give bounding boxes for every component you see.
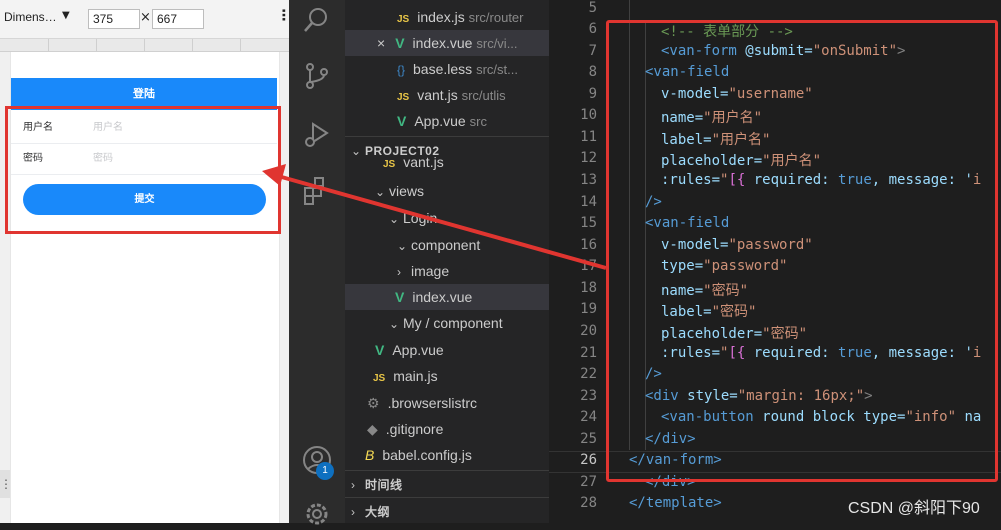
browser-preview: Dimens… ▼ 375 × 667 ··· ⋮ 登陆 用户名 用户名 密码 …: [0, 0, 291, 523]
file-name: babel.config.js: [382, 447, 472, 463]
js-file-icon: JS: [373, 373, 386, 384]
file-name: vant.js: [417, 87, 458, 103]
line-number: 15: [580, 215, 597, 231]
timeline-title: 时间线: [365, 478, 403, 492]
line-number: 25: [580, 431, 597, 447]
timeline-section-header[interactable]: › 时间线: [345, 470, 555, 497]
line-number: 13: [580, 172, 597, 188]
devtools-toolbar: Dimens… ▼ 375 × 667 ···: [0, 0, 291, 39]
file-name: index.vue: [412, 289, 473, 305]
device-select[interactable]: Dimens…: [4, 10, 57, 24]
line-number: 9: [588, 86, 597, 102]
line-number: 10: [580, 107, 597, 123]
tree-item[interactable]: ◆ .gitignore: [345, 416, 571, 442]
close-icon[interactable]: ×: [377, 35, 385, 51]
resize-handle-icon[interactable]: ⋮: [0, 470, 12, 498]
media-query-ruler: [0, 39, 289, 52]
chevron-right-icon: ›: [351, 478, 355, 492]
file-name: .gitignore: [385, 421, 444, 437]
extensions-icon[interactable]: [301, 174, 333, 206]
line-number: 21: [580, 345, 597, 361]
line-number: 6: [588, 21, 597, 37]
js-file-icon: JS: [397, 14, 410, 25]
file-name: index.vue: [412, 35, 473, 51]
source-control-icon[interactable]: [301, 60, 333, 92]
open-editor-item-active[interactable]: × Vindex.vue src/vi...: [345, 30, 581, 56]
folder-name: image: [411, 263, 450, 279]
line-number: 22: [580, 366, 597, 382]
chevron-down-icon: ⌄: [389, 212, 400, 226]
file-name: index.js: [417, 9, 465, 25]
js-file-icon: JS: [397, 92, 410, 103]
chevron-right-icon: ›: [397, 265, 401, 279]
dropdown-arrow-icon[interactable]: ▼: [62, 10, 70, 21]
folder-name: My / component: [403, 315, 503, 331]
line-number: 18: [580, 280, 597, 296]
line-number: 16: [580, 237, 597, 253]
file-name: main.js: [393, 368, 438, 384]
account-badge: 1: [316, 462, 334, 480]
file-path-hint: src/vi...: [476, 36, 518, 51]
line-number: 24: [580, 409, 597, 425]
file-name: App.vue: [392, 342, 444, 358]
search-icon[interactable]: [301, 4, 333, 36]
vue-file-icon: V: [395, 289, 405, 305]
outline-title: 大纲: [365, 505, 391, 519]
vue-file-icon: V: [375, 342, 385, 358]
run-debug-icon[interactable]: [301, 118, 333, 150]
height-input[interactable]: 667: [152, 9, 204, 29]
times-label: ×: [140, 10, 151, 25]
chevron-right-icon: ›: [351, 505, 355, 519]
config-file-icon: ⚙: [367, 395, 380, 411]
file-name: base.less: [413, 61, 473, 77]
file-name: .browserslistrc: [387, 395, 478, 411]
file-name: vant.js: [403, 154, 444, 170]
folder-name: Login: [403, 210, 438, 226]
babel-file-icon: B: [365, 447, 375, 463]
js-file-icon: JS: [383, 159, 396, 170]
tree-item[interactable]: ⚙ .browserslistrc: [345, 390, 571, 416]
tree-folder[interactable]: ⌄ views: [345, 178, 579, 204]
file-path-hint: src/st...: [476, 62, 518, 77]
chevron-down-icon: ⌄: [397, 239, 408, 253]
outline-section-header[interactable]: › 大纲: [345, 497, 555, 524]
file-path-hint: src/router: [468, 10, 524, 25]
line-number: 14: [580, 194, 597, 210]
chevron-down-icon: ⌄: [375, 185, 386, 199]
chevron-down-icon: ⌄: [389, 317, 400, 331]
line-number: 19: [580, 301, 597, 317]
line-number: 12: [580, 150, 597, 166]
explorer-panel: JS index.js src/router × Vindex.vue src/vi…: [345, 0, 599, 523]
tree-item[interactable]: Bbabel.config.js: [345, 442, 569, 468]
line-number: 11: [580, 129, 597, 145]
annotation-box-right: [606, 20, 998, 482]
activity-bar: [289, 0, 345, 525]
folder-name: views: [389, 183, 425, 199]
width-input[interactable]: 375: [88, 9, 140, 29]
code-line: </template>: [629, 495, 722, 511]
less-file-icon: {}: [397, 63, 406, 77]
line-number: 23: [580, 388, 597, 404]
file-name: App.vue: [414, 113, 466, 129]
folder-name: component: [411, 237, 481, 253]
vue-file-icon: V: [397, 113, 407, 129]
settings-gear-icon[interactable]: [301, 498, 333, 530]
line-number: 17: [580, 258, 597, 274]
line-number: 7: [588, 43, 597, 59]
line-number: 20: [580, 323, 597, 339]
watermark-text: CSDN @斜阳下90: [848, 500, 980, 517]
vue-file-icon: V: [395, 35, 405, 51]
line-number: 27: [580, 474, 597, 490]
tree-item[interactable]: JS main.js: [345, 363, 577, 389]
tree-item[interactable]: V App.vue: [345, 337, 579, 363]
line-number: 8: [588, 64, 597, 80]
annotation-box-left: [5, 106, 281, 234]
file-path-hint: src/utlis: [461, 88, 506, 103]
file-path-hint: src: [469, 114, 487, 129]
line-number: 5: [588, 0, 597, 16]
line-number: 28: [580, 495, 597, 511]
git-file-icon: ◆: [367, 421, 378, 437]
